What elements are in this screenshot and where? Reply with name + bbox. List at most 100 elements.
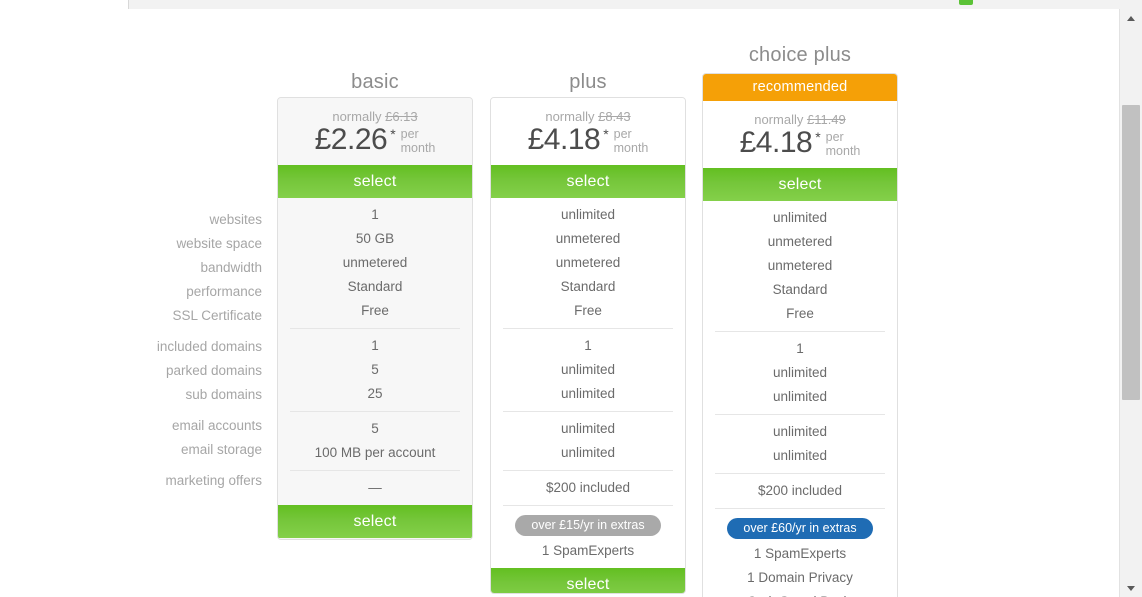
feature-value: 1 [371, 207, 379, 222]
feature-value: 1 [796, 341, 804, 356]
price-period-per: per [400, 127, 419, 141]
price-block: normally £8.43 £4.18 * per month [491, 98, 685, 165]
price-amount: £4.18 [527, 123, 601, 156]
select-button-bottom[interactable]: select [491, 568, 685, 593]
original-price-value: £11.49 [806, 112, 846, 127]
select-button-top[interactable]: select [703, 168, 897, 201]
price-period-month: month [400, 141, 436, 155]
feature-group: unlimited unlimited [503, 411, 673, 470]
feature-value: unlimited [772, 389, 828, 404]
feature-group: 1 unlimited unlimited [503, 328, 673, 411]
feature-label: bandwidth [200, 260, 262, 275]
price-amount: £2.26 [314, 123, 388, 156]
feature-value: $200 included [545, 480, 631, 495]
feature-group: 1 unlimited unlimited [715, 331, 885, 414]
original-price-prefix: normally [545, 109, 599, 124]
price-period-month: month [825, 144, 861, 158]
feature-value: unmetered [555, 255, 621, 270]
plan-title-plus: plus [569, 71, 607, 93]
feature-group: — [290, 470, 460, 505]
feature-value: Standard [347, 279, 403, 294]
feature-values: unlimited unmetered unmetered Standard Free 1… [703, 201, 897, 597]
select-button-bottom[interactable]: select [278, 505, 472, 538]
current-price-line: £4.18 * per month [703, 126, 897, 159]
feature-value: unmetered [342, 255, 408, 270]
page-viewport: websites website space bandwidth performanc… [0, 9, 1120, 597]
original-price: normally £6.13 [278, 109, 472, 124]
original-price-prefix: normally [332, 109, 386, 124]
extras-pill-row: over £60/yr in extras [715, 514, 885, 542]
select-button-top[interactable]: select [278, 165, 472, 198]
feature-values: 1 50 GB unmetered Standard Free 1 5 25 5 100 MB p… [278, 198, 472, 505]
extras-group: over £60/yr in extras 1 SpamExperts 1 Doma… [715, 508, 885, 597]
plan-title-basic: basic [351, 71, 399, 93]
feature-value: Free [786, 306, 814, 321]
scroll-up-arrow-icon[interactable] [1120, 9, 1142, 27]
feature-value: unlimited [560, 362, 616, 377]
feature-label: email storage [180, 442, 262, 457]
price-period-per: per [825, 130, 844, 144]
feature-value: unlimited [772, 210, 828, 225]
feature-value: unlimited [560, 386, 616, 401]
feature-values: unlimited unmetered unmetered Standard Free 1… [491, 198, 685, 568]
feature-value: 50 GB [355, 231, 395, 246]
feature-value: unmetered [767, 258, 833, 273]
feature-value: Free [361, 303, 389, 318]
feature-value: 25 [367, 386, 383, 401]
price-period: per month [401, 127, 436, 155]
feature-value: 1 [371, 338, 379, 353]
feature-label: sub domains [185, 387, 262, 402]
plan-card-plus: normally £8.43 £4.18 * per month select unlimi… [490, 97, 686, 594]
feature-value: 5 [371, 421, 379, 436]
green-indicator-icon [959, 0, 973, 5]
current-price-line: £2.26 * per month [278, 123, 472, 156]
feature-label: included domains [156, 339, 262, 354]
feature-value: unlimited [560, 421, 616, 436]
feature-value: unmetered [555, 231, 621, 246]
feature-group: $200 included [715, 473, 885, 508]
feature-group: 5 100 MB per account [290, 411, 460, 470]
feature-label: SSL Certificate [172, 308, 262, 323]
feature-value: 100 MB per account [314, 445, 436, 460]
feature-value: 1 [584, 338, 592, 353]
feature-value: Standard [772, 282, 828, 297]
feature-group: $200 included [503, 470, 673, 505]
feature-value: Free [574, 303, 602, 318]
scrollbar-thumb[interactable] [1122, 105, 1140, 400]
price-period-per: per [613, 127, 632, 141]
feature-value: 5 [371, 362, 379, 377]
price-period: per month [614, 127, 649, 155]
feature-label: websites [209, 212, 262, 227]
feature-label: performance [186, 284, 262, 299]
price-block: normally £11.49 £4.18 * per month [703, 101, 897, 168]
feature-value: unlimited [560, 445, 616, 460]
scroll-down-arrow-icon[interactable] [1120, 579, 1142, 597]
extras-item: 1 SpamExperts [541, 543, 635, 558]
price-amount: £4.18 [739, 126, 813, 159]
feature-value: unlimited [772, 424, 828, 439]
feature-label-column: websites website space bandwidth performanc… [70, 208, 262, 493]
original-price: normally £11.49 [703, 112, 897, 127]
extras-pill-row: over £15/yr in extras [503, 511, 673, 539]
feature-value: $200 included [757, 483, 843, 498]
feature-group: 1 50 GB unmetered Standard Free [278, 198, 472, 328]
original-price: normally £8.43 [491, 109, 685, 124]
vertical-scrollbar[interactable] [1119, 9, 1142, 597]
feature-value: unlimited [772, 448, 828, 463]
original-price-value: £6.13 [385, 109, 418, 124]
feature-group: 1 5 25 [290, 328, 460, 411]
price-block: normally £6.13 £2.26 * per month [278, 98, 472, 165]
feature-value: unlimited [772, 365, 828, 380]
extras-badge: over £15/yr in extras [515, 514, 661, 536]
extras-item: CodeGuard Basic [715, 590, 885, 597]
feature-value: Standard [560, 279, 616, 294]
plan-card-choice-plus: recommended normally £11.49 £4.18 * per month… [702, 73, 898, 597]
price-period-month: month [613, 141, 649, 155]
extras-group: over £15/yr in extras 1 SpamExperts [503, 505, 673, 568]
feature-label: email accounts [171, 418, 262, 433]
select-button-top[interactable]: select [491, 165, 685, 198]
feature-label: parked domains [165, 363, 262, 378]
feature-value: — [368, 480, 382, 495]
price-asterisk: * [815, 129, 821, 145]
price-asterisk: * [603, 126, 609, 142]
